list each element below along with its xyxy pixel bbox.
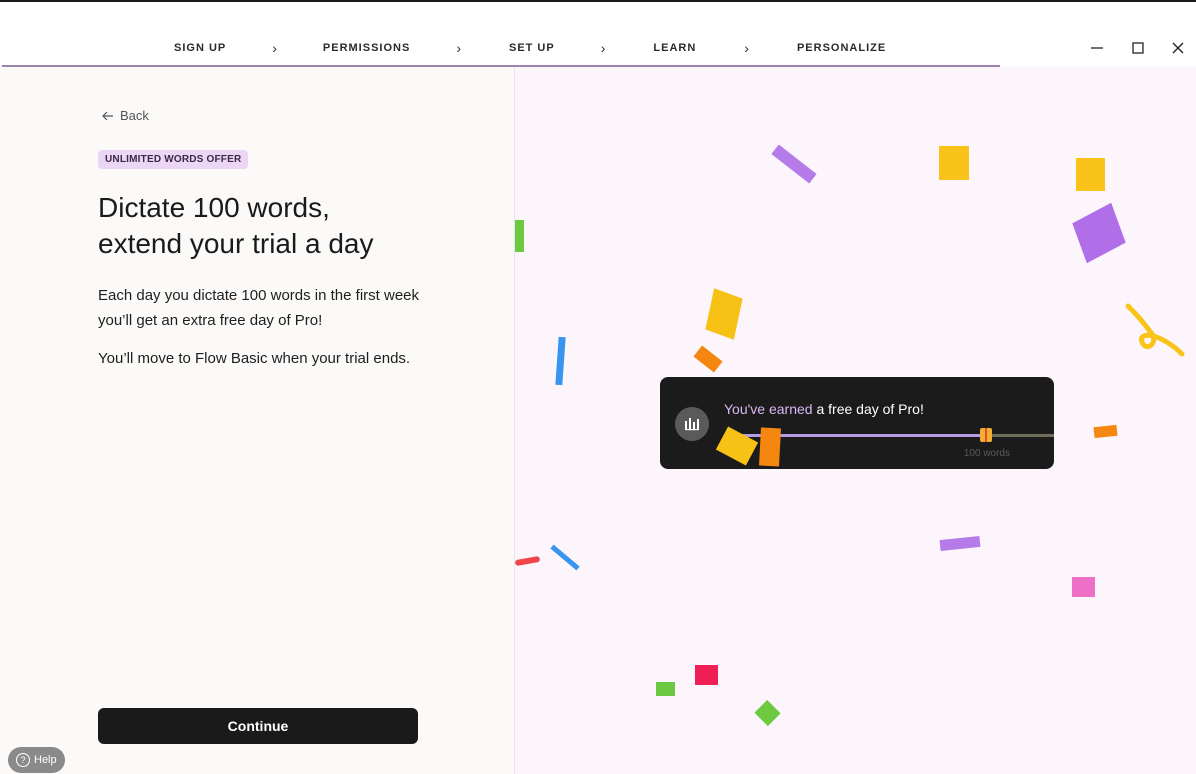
maximize-button[interactable] [1126,38,1150,58]
reward-message-highlight: You've earned [724,401,813,417]
confetti-piece [939,146,969,180]
chevron-right-icon: › [600,40,606,56]
gift-icon [980,428,992,442]
top-bar: SIGN UP › PERMISSIONS › SET UP › LEARN ›… [0,2,1196,66]
back-link[interactable]: Back [102,108,149,123]
step-sign-up: SIGN UP [174,42,227,54]
confetti-piece [1076,158,1105,191]
chevron-right-icon: › [456,40,461,56]
page-title: Dictate 100 words, extend your trial a d… [98,190,478,262]
step-learn: LEARN [653,42,697,54]
confetti-piece [656,682,675,696]
step-personalize: PERSONALIZE [796,42,887,54]
confetti-piece [695,665,718,685]
step-set-up: SET UP [508,42,555,54]
description-paragraph: Each day you dictate 100 words in the fi… [98,287,420,329]
word-goal-label: 100 words [963,448,1010,459]
question-icon: ? [16,753,30,767]
arrow-left-icon [102,111,113,120]
minimize-button[interactable] [1085,38,1109,58]
trial-note-paragraph: You’ll move to Flow Basic when your tria… [98,350,411,367]
left-panel [0,67,515,774]
continue-button[interactable]: Continue [98,708,418,744]
back-label: Back [120,108,149,123]
confetti-piece [1072,577,1095,597]
chevron-right-icon: › [272,40,277,56]
confetti-piece [759,427,781,467]
title-line-1: Dictate 100 words, [98,192,330,223]
help-button[interactable]: ? Help [8,747,65,773]
reward-message-rest: a free day of Pro! [812,401,924,417]
close-button[interactable] [1166,38,1190,58]
maximize-icon [1132,42,1144,54]
step-permissions: PERMISSIONS [322,42,411,54]
minimize-icon [1091,47,1103,49]
waveform-icon [675,407,709,441]
confetti-ribbon [1125,303,1185,357]
close-icon [1172,42,1184,54]
reward-message: You've earned a free day of Pro! [724,401,924,417]
chevron-right-icon: › [744,40,749,56]
reward-notification-card: You've earned a free day of Pro! 100 wor… [660,377,1054,469]
confetti-piece [515,220,524,252]
offer-badge: UNLIMITED WORDS OFFER [98,150,249,169]
onboarding-steps: SIGN UP › PERMISSIONS › SET UP › LEARN ›… [174,40,886,56]
help-label: Help [34,754,57,766]
title-line-2: extend your trial a day [98,228,374,259]
